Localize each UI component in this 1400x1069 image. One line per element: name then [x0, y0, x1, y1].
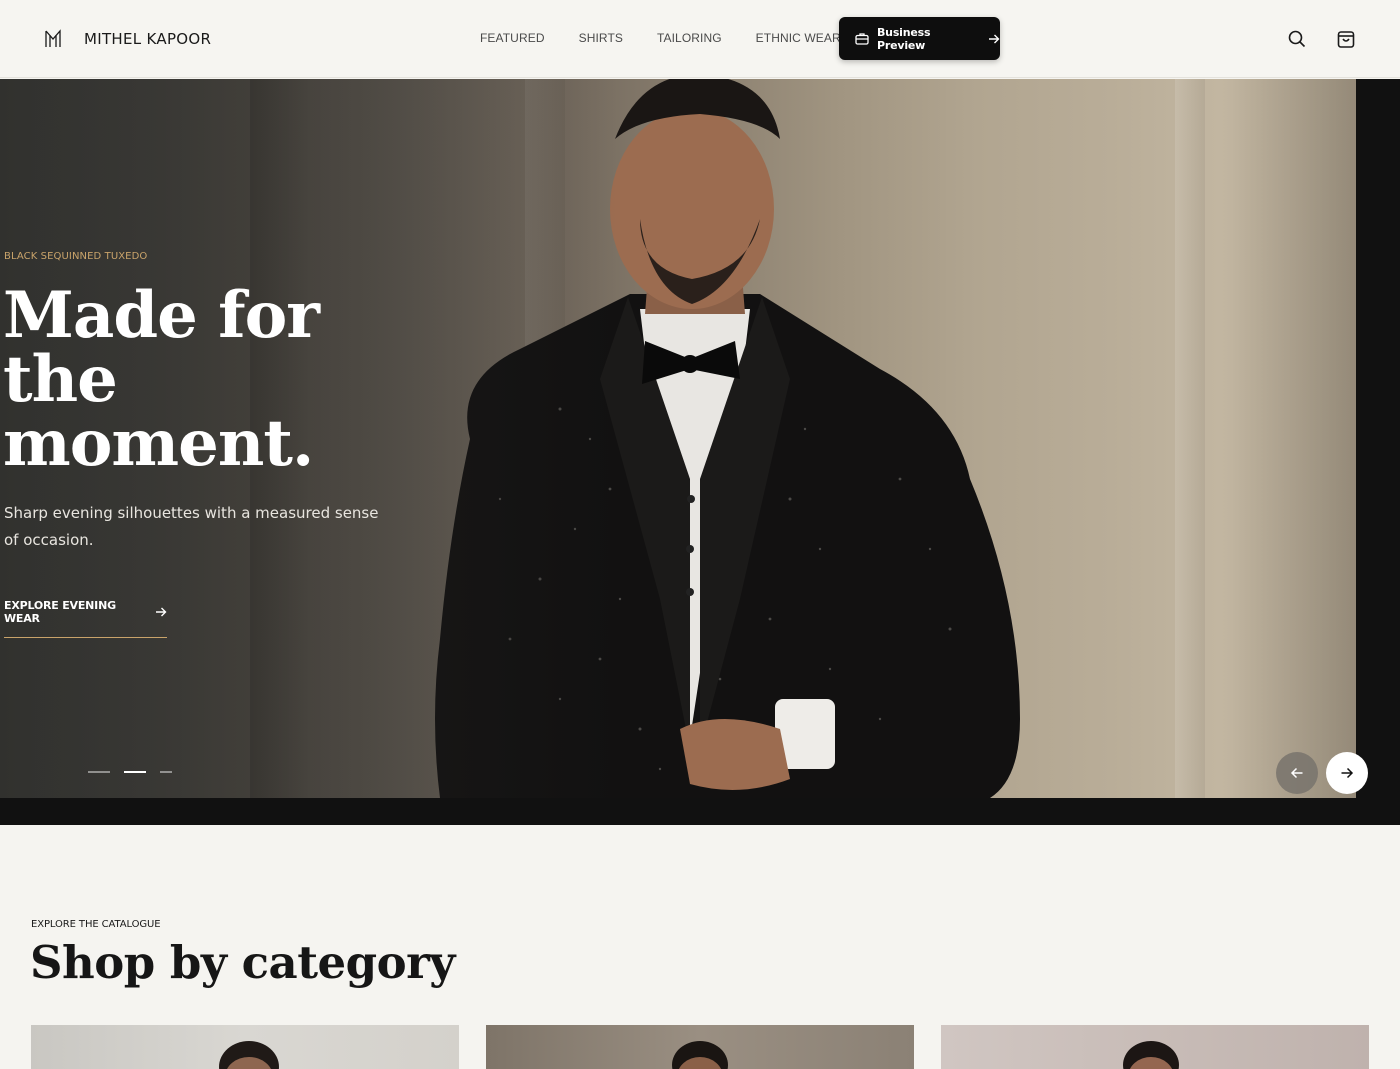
category-card[interactable]: [941, 1025, 1369, 1069]
hero-title-line: Made for: [3, 278, 320, 353]
section-title: Shop by category: [30, 936, 455, 989]
briefcase-icon: [855, 32, 869, 45]
arrow-right-icon: [155, 606, 167, 618]
hero-title-line: the: [3, 342, 118, 417]
category-image: [1123, 1041, 1179, 1069]
hero-title: Made for the moment.: [3, 284, 383, 476]
carousel-indicators: [88, 771, 186, 773]
category-image: [672, 1041, 728, 1069]
brand-name: MITHEL KAPOOR: [84, 30, 212, 48]
carousel-dot[interactable]: [160, 771, 172, 773]
hero-eyebrow: BLACK SEQUINNED TUXEDO: [4, 251, 148, 262]
category-card[interactable]: [31, 1025, 459, 1069]
carousel-next-button[interactable]: [1326, 752, 1368, 794]
hero-carousel: BLACK SEQUINNED TUXEDO Made for the mome…: [0, 79, 1400, 825]
nav-item-ethnic-wear[interactable]: ETHNIC WEAR: [756, 31, 841, 45]
carousel-prev-button[interactable]: [1276, 752, 1318, 794]
hero-subtitle: Sharp evening silhouettes with a measure…: [4, 504, 379, 549]
category-card[interactable]: [486, 1025, 914, 1069]
nav-item-tailoring[interactable]: TAILORING: [657, 31, 722, 45]
nav-item-shirts[interactable]: SHIRTS: [579, 31, 623, 45]
shopping-bag-icon[interactable]: [1336, 29, 1356, 49]
catalogue-eyebrow: EXPLORE THE CATALOGUE: [31, 919, 161, 930]
site-header: MITHEL KAPOOR FEATURED SHIRTS TAILORING …: [0, 0, 1400, 78]
explore-evening-wear-label: EXPLORE EVENING WEAR: [4, 599, 116, 625]
nav-item-featured[interactable]: FEATURED: [480, 31, 545, 45]
category-image: [219, 1041, 279, 1069]
business-preview-button[interactable]: Business Preview: [839, 17, 1000, 60]
carousel-dot[interactable]: [88, 771, 110, 773]
brand-logo[interactable]: MITHEL KAPOOR: [40, 26, 211, 52]
arrow-left-icon: [1290, 766, 1304, 780]
main-nav: FEATURED SHIRTS TAILORING ETHNIC WEAR: [480, 31, 875, 45]
carousel-dot-active[interactable]: [124, 771, 146, 773]
business-preview-label: Business Preview: [877, 25, 931, 52]
hero-title-line: moment.: [3, 406, 314, 481]
explore-evening-wear-link[interactable]: EXPLORE EVENING WEAR: [4, 599, 167, 638]
monogram-m-icon: [40, 26, 66, 52]
arrow-right-icon: [1340, 766, 1354, 780]
search-icon[interactable]: [1287, 29, 1307, 49]
arrow-right-icon: [988, 33, 1000, 45]
